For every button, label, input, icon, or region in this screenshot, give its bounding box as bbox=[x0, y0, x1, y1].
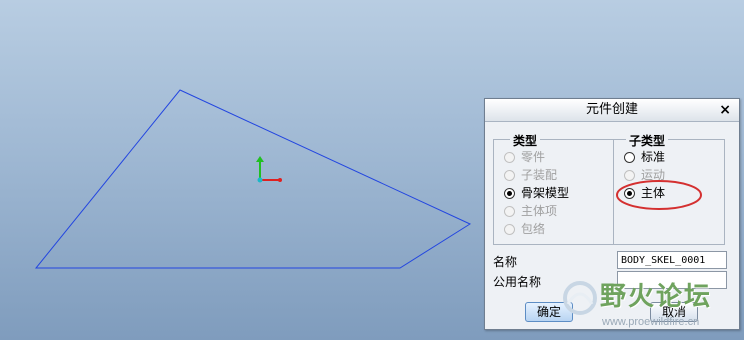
skeleton-outline bbox=[34, 89, 472, 269]
name-label: 名称 bbox=[493, 255, 518, 269]
name-input[interactable] bbox=[617, 251, 727, 269]
close-icon[interactable]: × bbox=[719, 99, 731, 121]
dialog-title: 元件创建 bbox=[585, 102, 638, 117]
watermark-text: 野火论坛 bbox=[600, 282, 713, 312]
type-option-part[interactable]: 零件 bbox=[504, 148, 545, 166]
type-option-label: 骨架模型 bbox=[521, 186, 570, 200]
type-option-label: 主体项 bbox=[521, 204, 558, 218]
origin-icon bbox=[257, 177, 263, 183]
csys-icon bbox=[256, 156, 282, 183]
dialog-titlebar[interactable]: 元件创建 × bbox=[485, 99, 739, 122]
type-option-label: 包络 bbox=[521, 222, 546, 236]
type-option-bulk-item[interactable]: 主体项 bbox=[504, 202, 557, 220]
radio-icon bbox=[624, 151, 635, 163]
subtype-option-standard[interactable]: 标准 bbox=[624, 148, 665, 166]
watermark-url: www.proewildfire.cn bbox=[602, 316, 700, 328]
radio-icon bbox=[504, 151, 515, 163]
radio-icon bbox=[504, 223, 515, 235]
type-option-envelope[interactable]: 包络 bbox=[504, 220, 545, 238]
radio-icon bbox=[504, 169, 515, 181]
type-option-label: 零件 bbox=[521, 150, 546, 164]
subtype-group: 子类型 标准 运动 主体 bbox=[613, 132, 725, 245]
subtype-option-label: 标准 bbox=[641, 150, 666, 164]
type-option-skeleton-model[interactable]: 骨架模型 bbox=[504, 184, 569, 202]
type-option-subassembly[interactable]: 子装配 bbox=[504, 166, 557, 184]
forum-logo-icon bbox=[563, 281, 597, 315]
type-group: 类型 零件 子装配 骨架模型 主体项 包络 bbox=[493, 132, 616, 245]
radio-icon bbox=[504, 205, 515, 217]
forum-watermark: 野火论坛 www.proewildfire.cn bbox=[560, 270, 744, 340]
highlight-ellipse bbox=[616, 180, 702, 210]
subtype-group-legend: 子类型 bbox=[626, 132, 669, 149]
radio-icon bbox=[504, 187, 515, 199]
type-option-label: 子装配 bbox=[521, 168, 558, 182]
type-group-legend: 类型 bbox=[510, 132, 541, 149]
common-name-label: 公用名称 bbox=[493, 275, 542, 289]
